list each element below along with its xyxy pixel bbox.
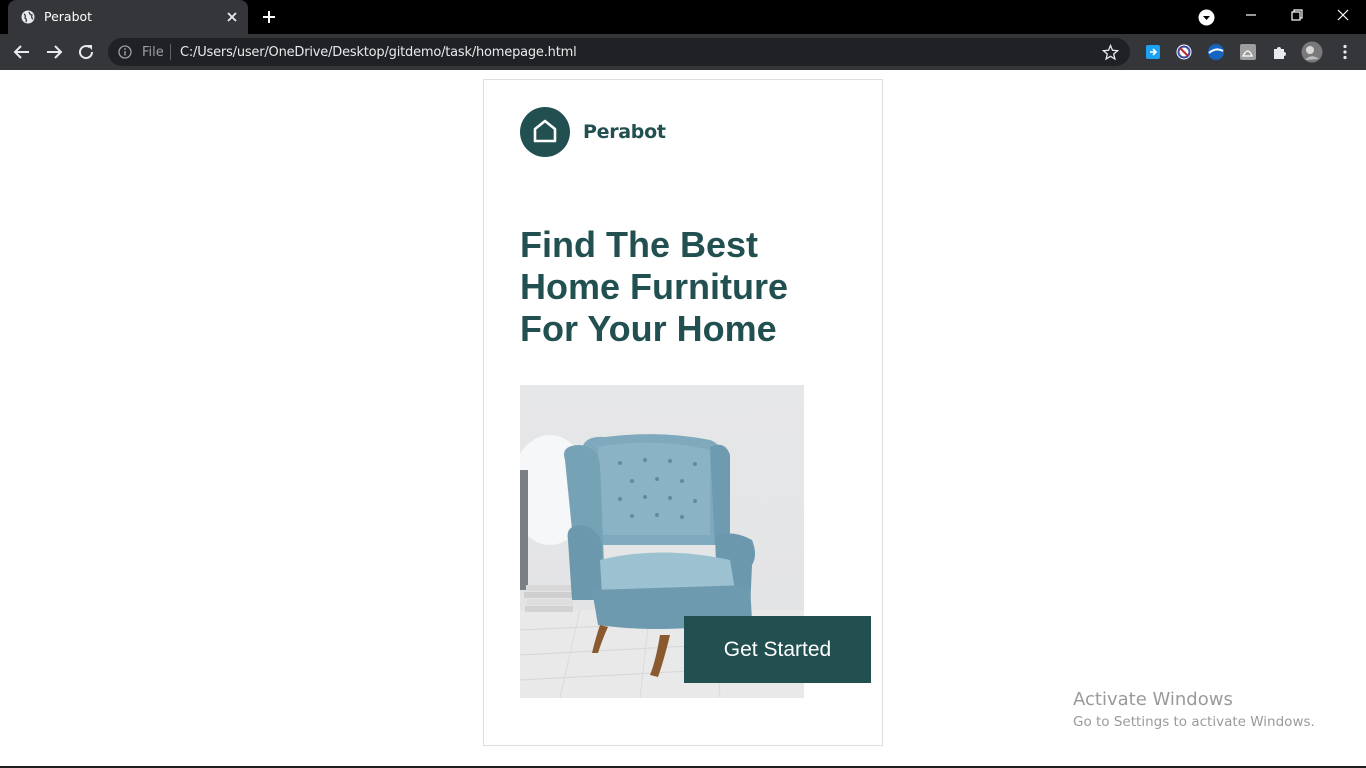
tab-title: Perabot [44, 9, 93, 24]
tab-search-icon[interactable] [1198, 9, 1215, 26]
address-divider [170, 44, 171, 60]
homepage-card: Perabot Find The Best Home Furniture For… [483, 79, 883, 746]
headline-best: The Best [605, 224, 759, 265]
browser-toolbar: File C:/Users/user/OneDrive/Desktop/gitd… [0, 34, 1366, 70]
headline-for-home: For Your Home [520, 308, 777, 349]
extension-share-icon[interactable] [1144, 43, 1162, 61]
back-arrow-icon[interactable] [12, 42, 32, 62]
extensions-puzzle-icon[interactable] [1271, 43, 1289, 61]
tab-strip: Perabot [0, 0, 1366, 34]
forward-arrow-icon[interactable] [44, 42, 64, 62]
menu-kebab-icon[interactable] [1336, 43, 1354, 61]
activate-title: Activate Windows [1073, 689, 1233, 710]
logo[interactable] [520, 107, 570, 157]
scheme-label: File [142, 45, 164, 60]
address-bar[interactable]: File C:/Users/user/OneDrive/Desktop/gitd… [108, 38, 1130, 66]
extension-pdf-icon[interactable] [1239, 43, 1257, 61]
headline-find: Find [520, 224, 606, 265]
info-icon[interactable] [118, 45, 132, 59]
profile-avatar-icon[interactable] [1301, 41, 1323, 63]
globe-icon [21, 10, 35, 24]
home-icon [533, 119, 557, 143]
activate-subtitle: Go to Settings to activate Windows. [1073, 714, 1315, 730]
page-viewport: Perabot Find The Best Home Furniture For… [0, 70, 1366, 768]
close-tab-icon[interactable] [224, 9, 240, 25]
activate-windows-watermark: Activate Windows Go to Settings to activ… [1073, 688, 1315, 732]
extension-globe-icon[interactable] [1207, 43, 1225, 61]
restore-icon[interactable] [1285, 5, 1309, 25]
hero-headline: Find The Best Home Furniture For Your Ho… [520, 224, 860, 350]
url-text[interactable]: C:/Users/user/OneDrive/Desktop/gitdemo/t… [180, 45, 577, 60]
reload-icon[interactable] [76, 42, 96, 62]
new-tab-icon[interactable] [260, 8, 278, 26]
close-window-icon[interactable] [1331, 5, 1355, 25]
get-started-button[interactable]: Get Started [684, 616, 871, 683]
extension-block-icon[interactable] [1175, 43, 1193, 61]
bookmark-star-icon[interactable] [1102, 44, 1119, 61]
brand-name: Perabot [583, 121, 666, 143]
minimize-icon[interactable] [1239, 5, 1263, 25]
headline-furniture: Home Furniture [520, 266, 789, 307]
browser-tab[interactable]: Perabot [8, 0, 248, 34]
